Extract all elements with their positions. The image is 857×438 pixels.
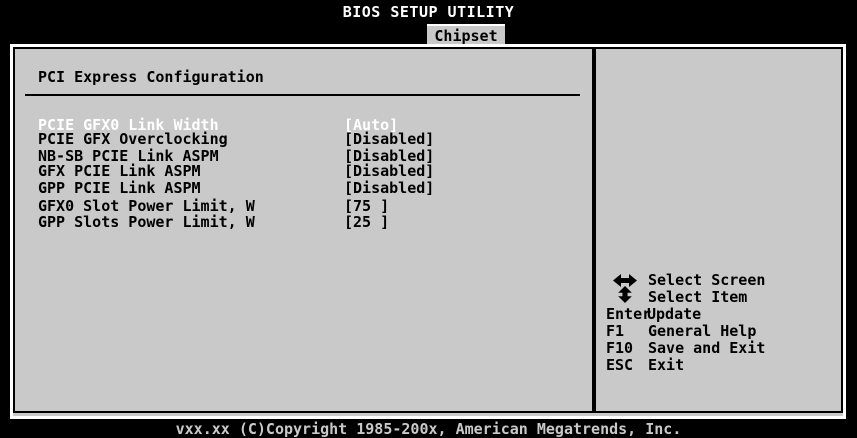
- option-value[interactable]: [25 ]: [344, 214, 389, 231]
- option-value[interactable]: [Disabled]: [344, 131, 434, 148]
- help-line-save-exit: F10 Save and Exit: [606, 339, 765, 357]
- help-key: F10: [606, 339, 634, 357]
- help-desc: Select Item: [648, 288, 748, 306]
- option-label: GPP PCIE Link ASPM: [38, 179, 201, 197]
- option-value[interactable]: [Disabled]: [344, 163, 434, 180]
- help-desc: Select Screen: [648, 271, 766, 289]
- option-label: PCIE GFX Overclocking: [38, 130, 228, 148]
- key-help: Select Screen Select Item Enter Update F…: [606, 272, 765, 374]
- option-pcie-gfx-overclocking[interactable]: PCIE GFX Overclocking [Disabled]: [38, 131, 434, 148]
- help-line-update: Enter Update: [606, 306, 701, 323]
- help-key: ESC: [606, 356, 634, 374]
- up-down-arrows-icon: [618, 286, 632, 303]
- option-gpp-slots-power-limit[interactable]: GPP Slots Power Limit, W [25 ]: [38, 214, 389, 231]
- help-desc: General Help: [648, 322, 757, 340]
- help-desc: Update: [647, 305, 702, 323]
- help-desc: Exit: [648, 356, 685, 374]
- help-desc: Save and Exit: [648, 339, 766, 357]
- option-value[interactable]: [Disabled]: [344, 180, 434, 197]
- option-gpp-pcie-link-aspm[interactable]: GPP PCIE Link ASPM [Disabled]: [38, 180, 434, 197]
- option-label: GPP Slots Power Limit, W: [38, 213, 255, 231]
- option-label: GFX PCIE Link ASPM: [38, 162, 201, 180]
- help-line-exit: ESC Exit: [606, 356, 684, 374]
- page-title: PCI Express Configuration: [38, 68, 264, 86]
- help-key: F1: [606, 322, 625, 340]
- section-divider: [25, 94, 580, 96]
- help-line-general-help: F1 General Help: [606, 322, 756, 340]
- app-title: BIOS SETUP UTILITY: [342, 3, 515, 21]
- help-key: Enter: [606, 305, 652, 323]
- tab-chipset[interactable]: Chipset: [427, 24, 505, 45]
- help-line-select-item: Select Item: [606, 286, 747, 306]
- option-gfx-pcie-link-aspm[interactable]: GFX PCIE Link ASPM [Disabled]: [38, 163, 434, 180]
- footer-bar: vxx.xx (C)Copyright 1985-200x, American …: [0, 419, 857, 437]
